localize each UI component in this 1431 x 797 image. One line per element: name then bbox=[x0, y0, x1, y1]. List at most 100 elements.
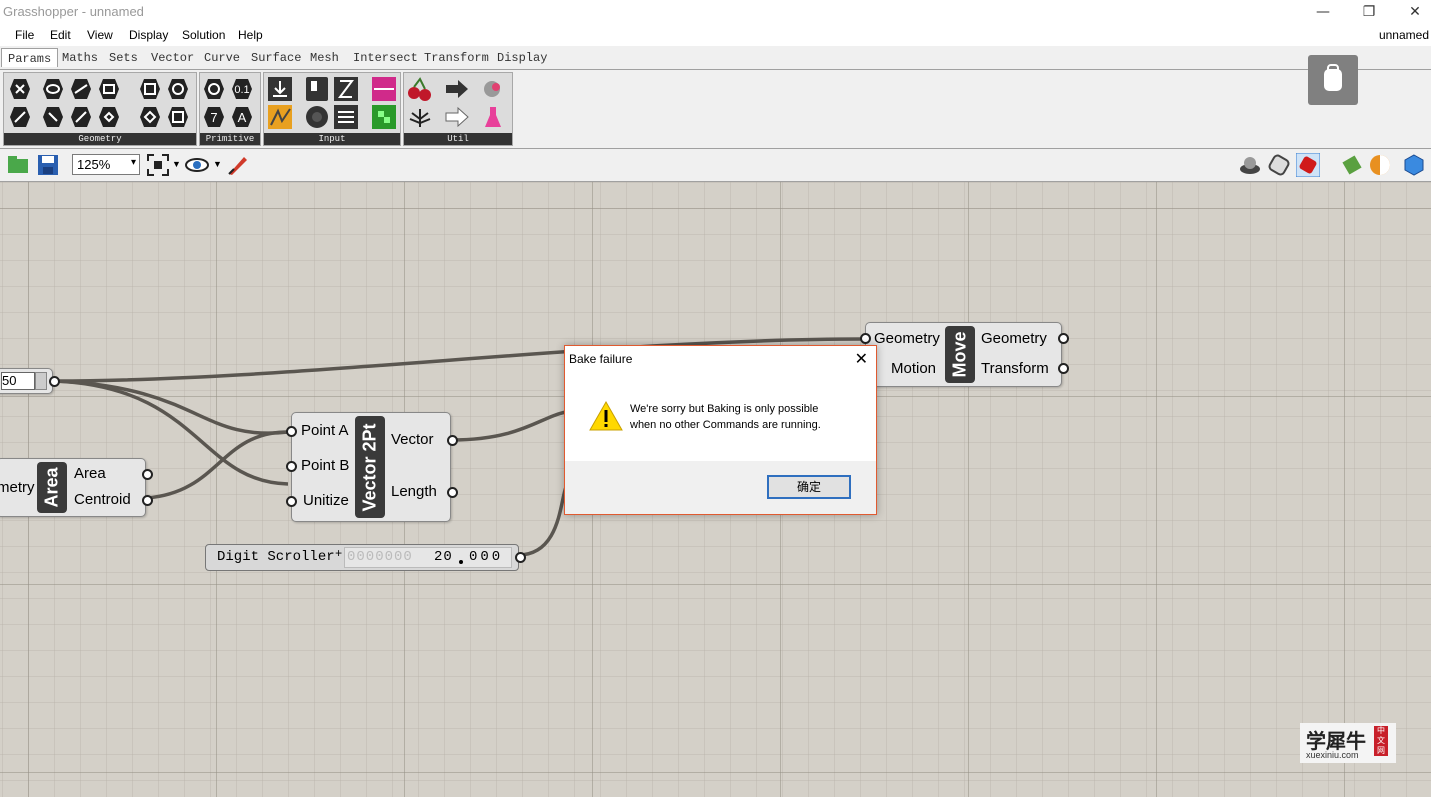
lock-icon bbox=[1324, 64, 1342, 91]
move-output-transform: Transform bbox=[981, 360, 1049, 377]
digit-scroller-faded-digits: 0000000 bbox=[347, 549, 413, 565]
panel-label-primitive: Primitive bbox=[200, 133, 260, 145]
input-grip[interactable] bbox=[860, 333, 871, 344]
input-grip[interactable] bbox=[286, 461, 297, 472]
tab-maths[interactable]: Maths bbox=[62, 51, 98, 65]
digit-scroller[interactable]: Digit Scroller + 0000000 20 000 bbox=[205, 544, 526, 571]
menu-help[interactable]: Help bbox=[238, 28, 263, 42]
tab-curve[interactable]: Curve bbox=[204, 51, 240, 65]
panel-primitive: 0.1 7 A Primitive bbox=[199, 72, 261, 146]
decimal-point bbox=[459, 560, 463, 564]
minimize-button[interactable]: — bbox=[1300, 0, 1346, 23]
preview-selected-icon[interactable] bbox=[1296, 153, 1320, 177]
lock-solver-button[interactable] bbox=[1308, 55, 1358, 105]
warning-icon bbox=[589, 400, 623, 431]
output-grip[interactable] bbox=[1058, 333, 1069, 344]
menu-file[interactable]: File bbox=[15, 28, 34, 42]
tab-intersect[interactable]: Intersect bbox=[353, 51, 418, 65]
vector-input-point-a: Point A bbox=[301, 422, 349, 439]
integer-param-label: 7 bbox=[210, 110, 217, 125]
watermark-badge: 中文网 bbox=[1374, 726, 1388, 756]
move-output-geometry: Geometry bbox=[981, 330, 1047, 347]
input-grip[interactable] bbox=[286, 496, 297, 507]
dialog-footer: 确定 bbox=[565, 461, 876, 514]
tab-surface[interactable]: Surface bbox=[251, 51, 301, 65]
tab-vector[interactable]: Vector bbox=[151, 51, 194, 65]
menu-edit[interactable]: Edit bbox=[50, 28, 71, 42]
eye-icon[interactable] bbox=[185, 153, 209, 177]
output-grip[interactable] bbox=[142, 495, 153, 506]
output-grip[interactable] bbox=[49, 376, 60, 387]
preview-mesh-icon[interactable] bbox=[1340, 153, 1364, 177]
slider-grip[interactable] bbox=[35, 372, 47, 390]
chevron-down-icon[interactable]: ▼ bbox=[172, 159, 181, 169]
vector-input-point-b: Point B bbox=[301, 457, 350, 474]
vector-output-length: Length bbox=[391, 483, 437, 500]
dialog-title: Bake failure bbox=[569, 352, 633, 366]
geometry-params-icons[interactable] bbox=[4, 73, 196, 133]
menu-solution[interactable]: Solution bbox=[182, 28, 225, 42]
input-grip[interactable] bbox=[286, 426, 297, 437]
digit-scroller-int-digits: 20 bbox=[434, 549, 453, 565]
number-slider[interactable]: 50 bbox=[0, 368, 60, 394]
dialog-close-button[interactable]: ✕ bbox=[855, 349, 868, 368]
tab-transform[interactable]: Transform bbox=[424, 51, 489, 65]
tab-display[interactable]: Display bbox=[497, 51, 547, 65]
area-nickname: Area bbox=[37, 462, 67, 513]
vector-2pt-component[interactable]: Point A Point B Unitize Vector 2Pt Vecto… bbox=[286, 412, 458, 522]
output-grip[interactable] bbox=[447, 487, 458, 498]
panel-label-input: Input bbox=[264, 133, 400, 145]
panel-label-geometry: Geometry bbox=[4, 133, 196, 145]
sketch-pen-icon[interactable] bbox=[226, 153, 250, 177]
output-grip[interactable] bbox=[515, 552, 526, 563]
open-file-icon[interactable] bbox=[6, 153, 30, 177]
area-component[interactable]: metry Area Area Centroid bbox=[0, 458, 153, 517]
restore-button[interactable]: ❐ bbox=[1346, 0, 1392, 23]
close-button[interactable]: ✕ bbox=[1392, 0, 1431, 23]
digit-scroller-field[interactable]: 0000000 20 000 bbox=[344, 547, 512, 568]
primitive-params-icons[interactable]: 0.1 7 A bbox=[200, 73, 260, 133]
tab-mesh[interactable]: Mesh bbox=[310, 51, 339, 65]
menu-display[interactable]: Display bbox=[129, 28, 168, 42]
watermark-logo: 学犀牛 中文网 xuexiniu.com bbox=[1300, 723, 1396, 763]
component-tabs: Params Maths Sets Vector Curve Surface M… bbox=[0, 46, 1431, 70]
input-params-icons[interactable] bbox=[264, 73, 400, 133]
digit-scroller-sign[interactable]: + bbox=[335, 547, 342, 561]
panel-input: Input bbox=[263, 72, 401, 146]
area-input-geometry: metry bbox=[0, 479, 35, 496]
move-input-geometry: Geometry bbox=[874, 330, 940, 347]
util-params-icons[interactable] bbox=[404, 73, 512, 133]
digit-scroller-label: Digit Scroller bbox=[217, 549, 335, 565]
panel-geometry: Geometry bbox=[3, 72, 197, 146]
output-grip[interactable] bbox=[142, 469, 153, 480]
output-grip[interactable] bbox=[1058, 363, 1069, 374]
document-preview-icon[interactable] bbox=[1368, 153, 1392, 177]
zoom-select[interactable]: 125% ▾ bbox=[72, 154, 140, 175]
move-nickname: Move bbox=[945, 326, 975, 383]
component-ribbon: Geometry 0.1 7 A Primitive Input Util bbox=[0, 70, 1431, 149]
save-file-icon[interactable] bbox=[36, 153, 60, 177]
display-settings-icon[interactable] bbox=[1402, 153, 1426, 177]
dialog-message-line-2: when no other Commands are running. bbox=[630, 419, 821, 431]
tab-params[interactable]: Params bbox=[1, 48, 59, 67]
tab-sets[interactable]: Sets bbox=[109, 51, 138, 65]
zoom-extents-icon[interactable] bbox=[146, 153, 170, 177]
digit-scroller-dec-digits: 000 bbox=[469, 549, 504, 565]
bake-failure-dialog: Bake failure ✕ We're sorry but Baking is… bbox=[564, 345, 877, 515]
zoom-value: 125% bbox=[77, 157, 111, 172]
ok-button[interactable]: 确定 bbox=[767, 475, 851, 499]
number-param-label: 0.1 bbox=[234, 84, 249, 96]
preview-wireframe-icon[interactable] bbox=[1267, 153, 1291, 177]
dialog-message-line-1: We're sorry but Baking is only possible bbox=[630, 403, 819, 415]
chevron-down-icon: ▾ bbox=[130, 157, 136, 168]
preview-shaded-icon[interactable] bbox=[1238, 153, 1262, 177]
canvas-toolbar: 125% ▾ ▼ ▼ bbox=[0, 149, 1431, 182]
panel-label-util: Util bbox=[404, 133, 512, 145]
menu-view[interactable]: View bbox=[87, 28, 113, 42]
document-name: unnamed bbox=[1378, 28, 1429, 42]
move-component[interactable]: Geometry Motion Move Geometry Transform bbox=[860, 322, 1069, 387]
output-grip[interactable] bbox=[447, 435, 458, 446]
area-output-centroid: Centroid bbox=[74, 491, 131, 508]
chevron-down-icon[interactable]: ▼ bbox=[213, 159, 222, 169]
vector-input-unitize: Unitize bbox=[303, 492, 349, 509]
